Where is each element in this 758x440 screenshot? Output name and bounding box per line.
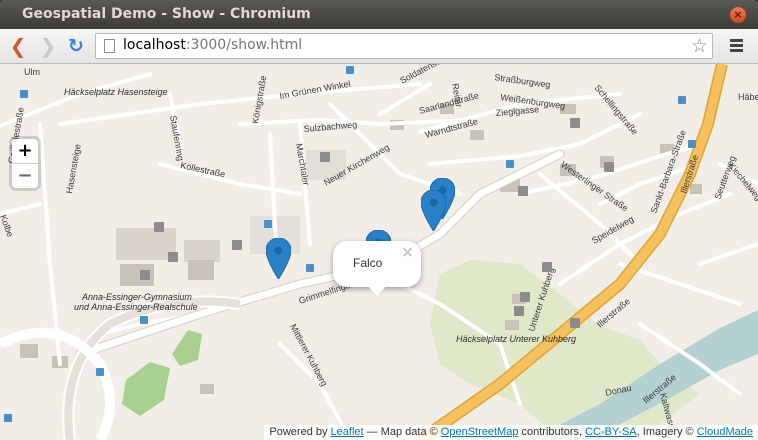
window-title: Geospatial Demo - Show - Chromium [22, 6, 311, 22]
map-marker-3[interactable] [421, 190, 446, 231]
map-label-ulm: Ulm [24, 67, 40, 77]
cc-by-sa-link[interactable]: CC-BY-SA [585, 426, 637, 438]
popup-text: Falco [353, 256, 383, 270]
url-host: localhost [123, 37, 186, 53]
zoom-out-button[interactable]: − [12, 164, 38, 188]
map-view[interactable]: Ulm Häckselplatz Hasensteige Im Grünen W… [0, 64, 758, 440]
zoom-in-button[interactable]: + [12, 139, 38, 164]
popup-close-button[interactable]: × [401, 243, 414, 261]
attribution-prefix: Powered by [269, 426, 328, 438]
map-label-realschule: und Anna-Essinger-Realschule [74, 302, 198, 312]
bookmark-star-icon[interactable]: ☆ [691, 35, 708, 57]
back-button[interactable]: ❮ [6, 34, 30, 58]
attribution-contributors: contributors, [518, 426, 586, 438]
map-label-haebe: Häbe [738, 92, 758, 102]
forward-button[interactable]: ❯ [36, 34, 60, 58]
leaflet-link[interactable]: Leaflet [331, 426, 364, 438]
map-attribution: Powered by Leaflet — Map data © OpenStre… [264, 425, 758, 440]
map-label-hasensteige-platz: Häckselplatz Hasensteige [64, 87, 168, 97]
close-window-button[interactable]: × [730, 7, 746, 23]
map-label-gymnasium: Anna-Essinger-Gymnasium [81, 292, 192, 302]
menu-icon[interactable] [724, 37, 748, 57]
browser-window: Geospatial Demo - Show - Chromium × ❮ ❯ … [0, 0, 758, 440]
page-icon [104, 39, 115, 53]
title-bar: Geospatial Demo - Show - Chromium × [0, 0, 758, 29]
marker-popup: Falco × [333, 241, 421, 287]
url-path: :3000/show.html [185, 37, 303, 53]
attribution-mapdata: — Map data © [363, 426, 441, 438]
zoom-control: + − [12, 139, 38, 188]
map-marker-1[interactable] [266, 238, 291, 279]
browser-toolbar: ❮ ❯ ↻ localhost:3000/show.html ☆ [0, 29, 758, 64]
attribution-imagery: , Imagery © [636, 426, 697, 438]
map-label-haeckselplatz-unterer: Häckselplatz Unterer Kuhberg [456, 334, 576, 344]
cloudmade-link[interactable]: CloudMade [697, 426, 753, 438]
address-bar[interactable]: localhost:3000/show.html ☆ [95, 33, 713, 59]
reload-button[interactable]: ↻ [64, 34, 88, 58]
popup-tip [366, 284, 388, 296]
url-text[interactable]: localhost:3000/show.html [123, 37, 302, 53]
openstreetmap-link[interactable]: OpenStreetMap [441, 426, 519, 438]
